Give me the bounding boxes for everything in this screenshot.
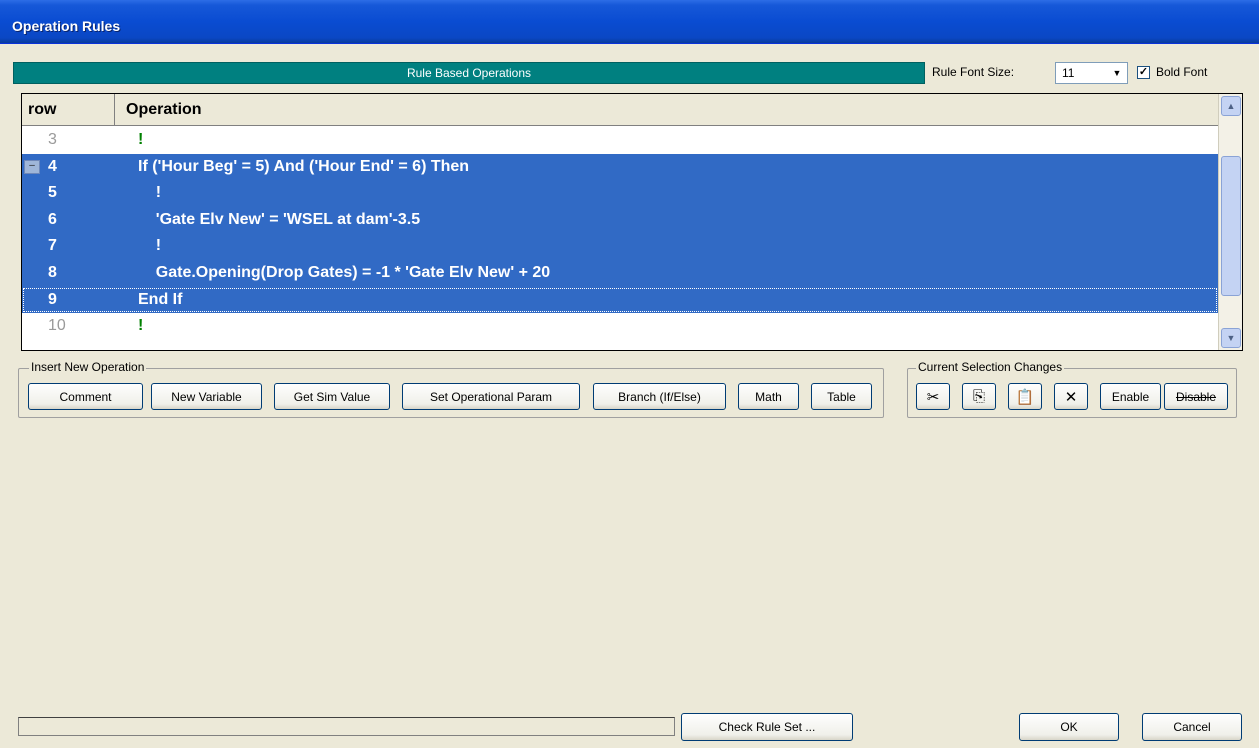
grid-header: row Operation bbox=[22, 94, 1218, 126]
column-header-row[interactable]: row bbox=[28, 101, 56, 119]
math-button[interactable]: Math bbox=[738, 383, 799, 410]
check-rule-set-button[interactable]: Check Rule Set ... bbox=[681, 713, 853, 741]
title-bar[interactable]: Operation Rules bbox=[0, 0, 1259, 44]
row-number: 10 bbox=[48, 317, 66, 335]
ok-button[interactable]: OK bbox=[1019, 713, 1119, 741]
cut-icon[interactable]: ✂ bbox=[916, 383, 950, 410]
table-row[interactable]: 3 ! bbox=[22, 127, 1218, 154]
bold-font-checkbox[interactable]: ✓ bbox=[1137, 66, 1150, 79]
row-number: 3 bbox=[48, 131, 57, 148]
set-operational-param-button[interactable]: Set Operational Param bbox=[402, 383, 580, 410]
scroll-down-icon[interactable]: ▼ bbox=[1221, 328, 1241, 348]
new-variable-button[interactable]: New Variable bbox=[151, 383, 262, 410]
operation-text: ! bbox=[138, 131, 144, 148]
disable-button[interactable]: Disable bbox=[1164, 383, 1228, 410]
table-button[interactable]: Table bbox=[811, 383, 872, 410]
table-row[interactable]: 9 End If bbox=[22, 286, 1218, 314]
branch-if-else-button[interactable]: Branch (If/Else) bbox=[593, 383, 726, 410]
table-row[interactable]: 6 'Gate Elv New' = 'WSEL at dam'-3.5 bbox=[22, 206, 1218, 234]
rule-font-size-label: Rule Font Size: bbox=[932, 65, 1015, 79]
operation-text: ! bbox=[138, 237, 162, 255]
rule-font-size-select[interactable]: 11 ▼ bbox=[1055, 62, 1128, 84]
window-title: Operation Rules bbox=[12, 18, 121, 34]
vertical-scrollbar[interactable]: ▲ ▼ bbox=[1218, 94, 1242, 350]
rule-based-operations-header: Rule Based Operations bbox=[13, 62, 925, 84]
column-separator bbox=[114, 94, 115, 126]
insert-new-operation-label: Insert New Operation bbox=[29, 360, 147, 374]
table-row[interactable]: 5 ! bbox=[22, 180, 1218, 207]
cancel-button[interactable]: Cancel bbox=[1142, 713, 1242, 741]
paste-icon[interactable]: 📋 bbox=[1008, 383, 1042, 410]
table-row[interactable]: 7 ! bbox=[22, 233, 1218, 260]
scrollbar-thumb[interactable] bbox=[1221, 156, 1241, 296]
table-row[interactable]: – 4 If ('Hour Beg' = 5) And ('Hour End' … bbox=[22, 153, 1218, 181]
font-size-value: 11 bbox=[1062, 66, 1075, 80]
status-bar bbox=[18, 717, 675, 736]
row-number: 4 bbox=[48, 157, 57, 175]
operations-grid[interactable]: row Operation 3 ! – 4 If ('Hour Beg' = 5… bbox=[21, 93, 1243, 351]
row-number: 7 bbox=[48, 237, 57, 255]
operation-text: Gate.Opening(Drop Gates) = -1 * 'Gate El… bbox=[138, 263, 551, 281]
operation-text: ! bbox=[138, 317, 144, 335]
grid-rows: 3 ! – 4 If ('Hour Beg' = 5) And ('Hour E… bbox=[22, 127, 1218, 340]
row-number: 8 bbox=[48, 263, 57, 281]
operation-text: 'Gate Elv New' = 'WSEL at dam'-3.5 bbox=[138, 210, 421, 228]
get-sim-value-button[interactable]: Get Sim Value bbox=[274, 383, 390, 410]
operation-rules-window: Operation Rules Rule Based Operations Ru… bbox=[0, 0, 1259, 748]
operation-text: If ('Hour Beg' = 5) And ('Hour End' = 6)… bbox=[138, 157, 470, 175]
column-header-operation[interactable]: Operation bbox=[126, 101, 202, 119]
row-number: 9 bbox=[48, 290, 57, 308]
row-number: 5 bbox=[48, 184, 57, 202]
bold-font-label: Bold Font bbox=[1156, 65, 1208, 79]
table-row[interactable]: 8 Gate.Opening(Drop Gates) = -1 * 'Gate … bbox=[22, 259, 1218, 287]
copy-icon[interactable]: ⎘ bbox=[962, 383, 996, 410]
scroll-up-icon[interactable]: ▲ bbox=[1221, 96, 1241, 116]
enable-button[interactable]: Enable bbox=[1100, 383, 1161, 410]
delete-icon[interactable]: ✕ bbox=[1054, 383, 1088, 410]
current-selection-changes-label: Current Selection Changes bbox=[916, 360, 1065, 374]
chevron-down-icon[interactable]: ▼ bbox=[1107, 63, 1127, 83]
row-number: 6 bbox=[48, 210, 57, 228]
operation-text: End If bbox=[138, 290, 183, 308]
comment-button[interactable]: Comment bbox=[28, 383, 143, 410]
table-row[interactable]: 10 ! bbox=[22, 313, 1218, 340]
operation-text: ! bbox=[138, 184, 162, 202]
